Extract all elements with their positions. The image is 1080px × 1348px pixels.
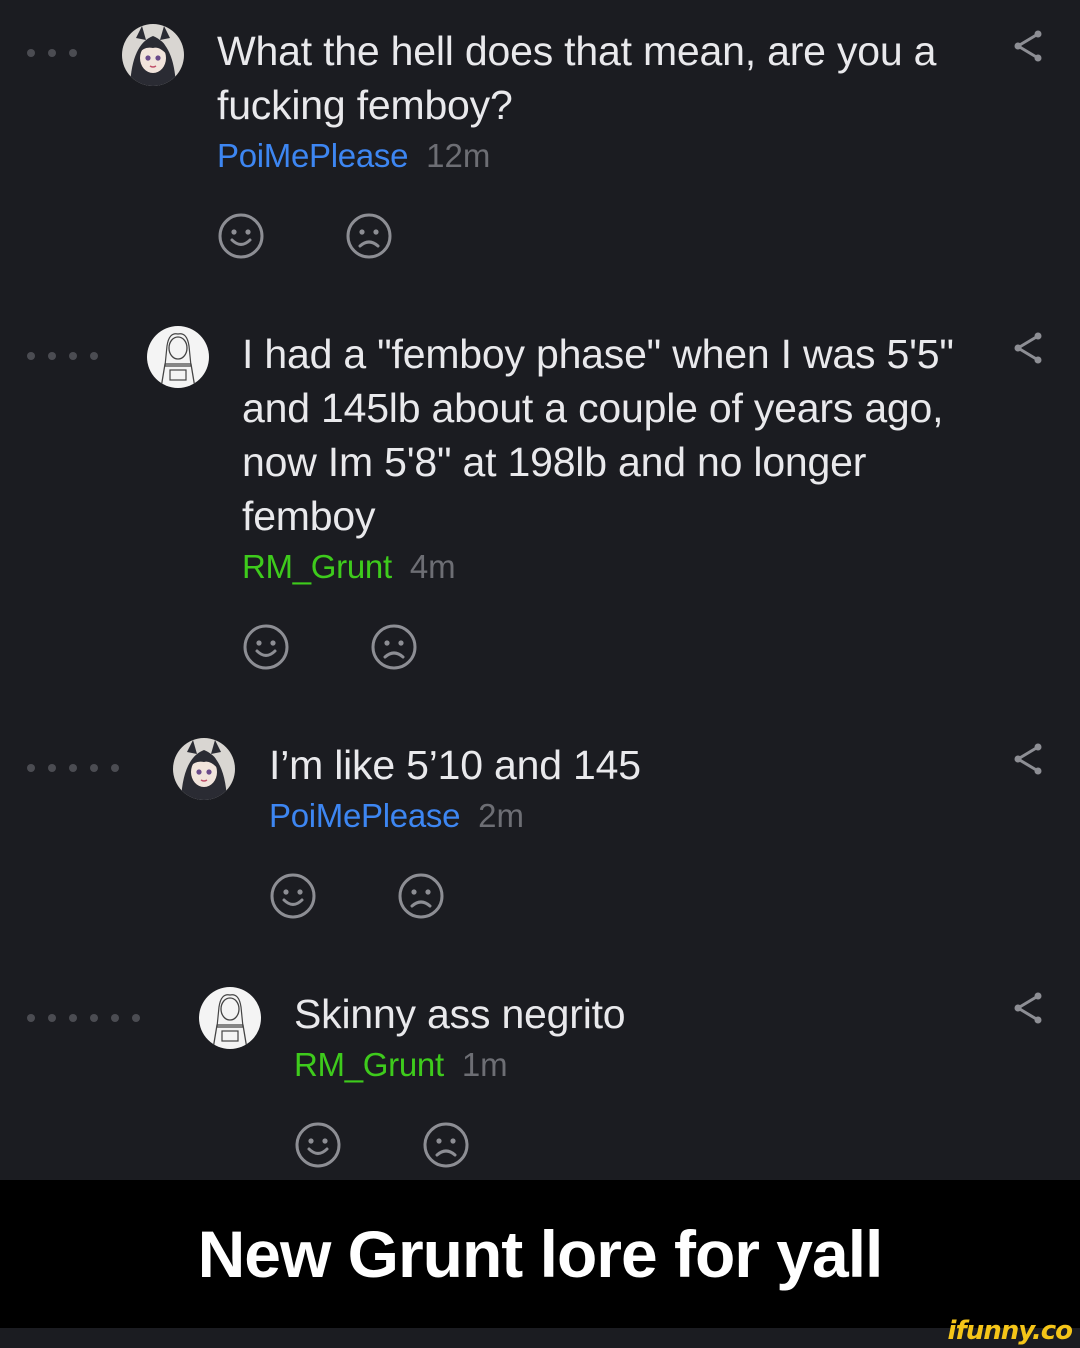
sketch-figure-avatar[interactable] (199, 987, 261, 1049)
bottom-strip (0, 1328, 1080, 1348)
comment-timestamp: 12m (426, 137, 491, 174)
thread-depth-dots (27, 49, 77, 57)
frown-icon[interactable] (422, 1121, 470, 1169)
reactions (242, 623, 962, 671)
thread-depth-dots (27, 764, 119, 772)
sketch-figure-avatar[interactable] (147, 326, 209, 388)
comment-meta: RM_Grunt 1m (294, 1045, 974, 1085)
meme-caption: New Grunt lore for yall (197, 1217, 884, 1291)
share-icon[interactable] (1010, 990, 1046, 1026)
share-icon[interactable] (1010, 28, 1046, 64)
smile-icon[interactable] (242, 623, 290, 671)
share-icon[interactable] (1010, 741, 1046, 777)
comment-body: Skinny ass negrito RM_Grunt 1m (294, 987, 974, 1169)
frown-icon[interactable] (345, 212, 393, 260)
anime-girl-avatar[interactable] (122, 24, 184, 86)
comment-timestamp: 4m (409, 548, 456, 585)
comment-username[interactable]: PoiMePlease (217, 137, 408, 174)
comment-username[interactable]: RM_Grunt (242, 548, 392, 585)
caption-bar: New Grunt lore for yall (0, 1180, 1080, 1328)
thread-depth-dots (27, 1014, 140, 1022)
comment-thread: What the hell does that mean, are you a … (0, 0, 1080, 1180)
comment-text: I had a "femboy phase" when I was 5'5" a… (242, 331, 954, 539)
smile-icon[interactable] (269, 872, 317, 920)
comment-text: I’m like 5’10 and 145 (269, 742, 641, 788)
comment-body: I had a "femboy phase" when I was 5'5" a… (242, 327, 962, 671)
frown-icon[interactable] (370, 623, 418, 671)
comment-text: Skinny ass negrito (294, 991, 626, 1037)
comment-body: I’m like 5’10 and 145 PoiMePlease 2m (269, 738, 969, 920)
reactions (217, 212, 937, 260)
comment-meta: PoiMePlease 2m (269, 796, 969, 836)
ifunny-watermark: ifunny.co (947, 1316, 1073, 1346)
smile-icon[interactable] (294, 1121, 342, 1169)
frown-icon[interactable] (397, 872, 445, 920)
reactions (294, 1121, 974, 1169)
comment-meta: RM_Grunt 4m (242, 547, 962, 587)
anime-girl-avatar[interactable] (173, 738, 235, 800)
comment-text: What the hell does that mean, are you a … (217, 28, 937, 128)
comment-timestamp: 1m (461, 1046, 508, 1083)
comment-username[interactable]: RM_Grunt (294, 1046, 444, 1083)
comment-timestamp: 2m (478, 797, 524, 834)
share-icon[interactable] (1010, 330, 1046, 366)
thread-depth-dots (27, 352, 98, 360)
reactions (269, 872, 969, 920)
comment-username[interactable]: PoiMePlease (269, 797, 460, 834)
comment-meta: PoiMePlease 12m (217, 136, 937, 176)
smile-icon[interactable] (217, 212, 265, 260)
comment-body: What the hell does that mean, are you a … (217, 24, 937, 260)
